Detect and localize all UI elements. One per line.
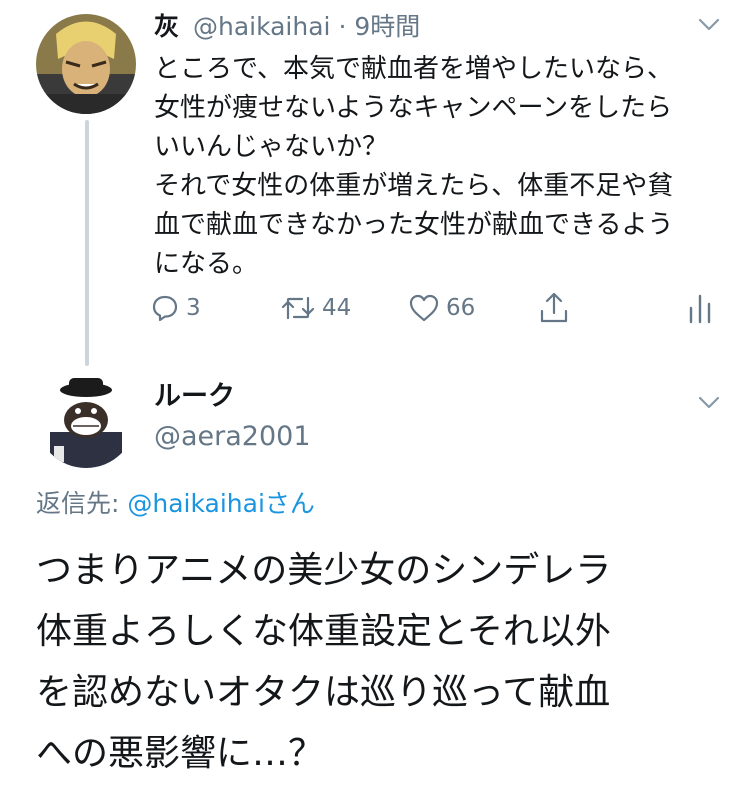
chevron-down-icon[interactable] [696, 392, 722, 412]
share-icon [538, 291, 570, 325]
reply-suffix[interactable]: さん [265, 489, 315, 518]
tweet-header: 灰 @haikaihai · 9時間 [154, 12, 420, 42]
tweet-text-line: 体重よろしくな体重設定とそれ以外 [36, 611, 611, 652]
reply-context: 返信先: @haikaihaiさん [36, 488, 315, 520]
tweet-text-line: になる。 [154, 249, 259, 279]
tweet-text-line: への悪影響に…？ [36, 733, 325, 774]
tweet-text-line: 血で献血できなかった女性が献血できるよう [154, 210, 674, 240]
like-button[interactable]: 66 [408, 288, 475, 328]
heart-icon [408, 293, 440, 323]
avatar[interactable] [36, 368, 136, 468]
like-count: 66 [446, 295, 476, 321]
reply-count: 3 [186, 295, 201, 321]
analytics-button[interactable] [686, 288, 714, 328]
chevron-down-icon[interactable] [696, 14, 722, 34]
tweet-text-line: ところで、本気で献血者を増やしたいなら、 [154, 54, 673, 84]
tweet-text: つまりアニメの美少女のシンデレラ 体重よろしくな体重設定とそれ以外 を認めないオ… [36, 540, 726, 784]
reply-mention-link[interactable]: @haikaihai [127, 489, 265, 518]
separator-dot: · [338, 12, 347, 41]
tweet-text-line: 女性が痩せないようなキャンペーンをしたら [154, 93, 673, 123]
reply-button[interactable]: 3 [150, 288, 201, 328]
timestamp[interactable]: 9時間 [354, 12, 420, 41]
author-name[interactable]: ルーク [154, 380, 235, 414]
avatar[interactable] [36, 14, 136, 114]
retweet-button[interactable]: 44 [280, 288, 351, 328]
reply-prefix: 返信先: [36, 489, 128, 518]
analytics-icon [686, 292, 714, 324]
share-button[interactable] [538, 288, 570, 328]
tweet-text-line: を認めないオタクは巡り巡って献血 [36, 672, 611, 713]
author-handle[interactable]: @haikaihai [193, 12, 331, 41]
tweet-actions: 3 44 66 [150, 288, 730, 328]
tweet-text-line: いいんじゃないか？ [154, 132, 389, 162]
tweet-text-line: それで女性の体重が増えたら、体重不足や貧 [154, 171, 674, 201]
retweet-icon [280, 293, 316, 323]
tweet-text: ところで、本気で献血者を増やしたいなら、 女性が痩せないようなキャンペーンをした… [154, 50, 734, 284]
author-name[interactable]: 灰 [154, 12, 179, 41]
thread-connector-line [85, 120, 89, 366]
reply-icon [150, 293, 180, 323]
retweet-count: 44 [322, 295, 352, 321]
tweet-text-line: つまりアニメの美少女のシンデレラ [36, 550, 612, 591]
author-handle[interactable]: @aera2001 [154, 420, 311, 454]
